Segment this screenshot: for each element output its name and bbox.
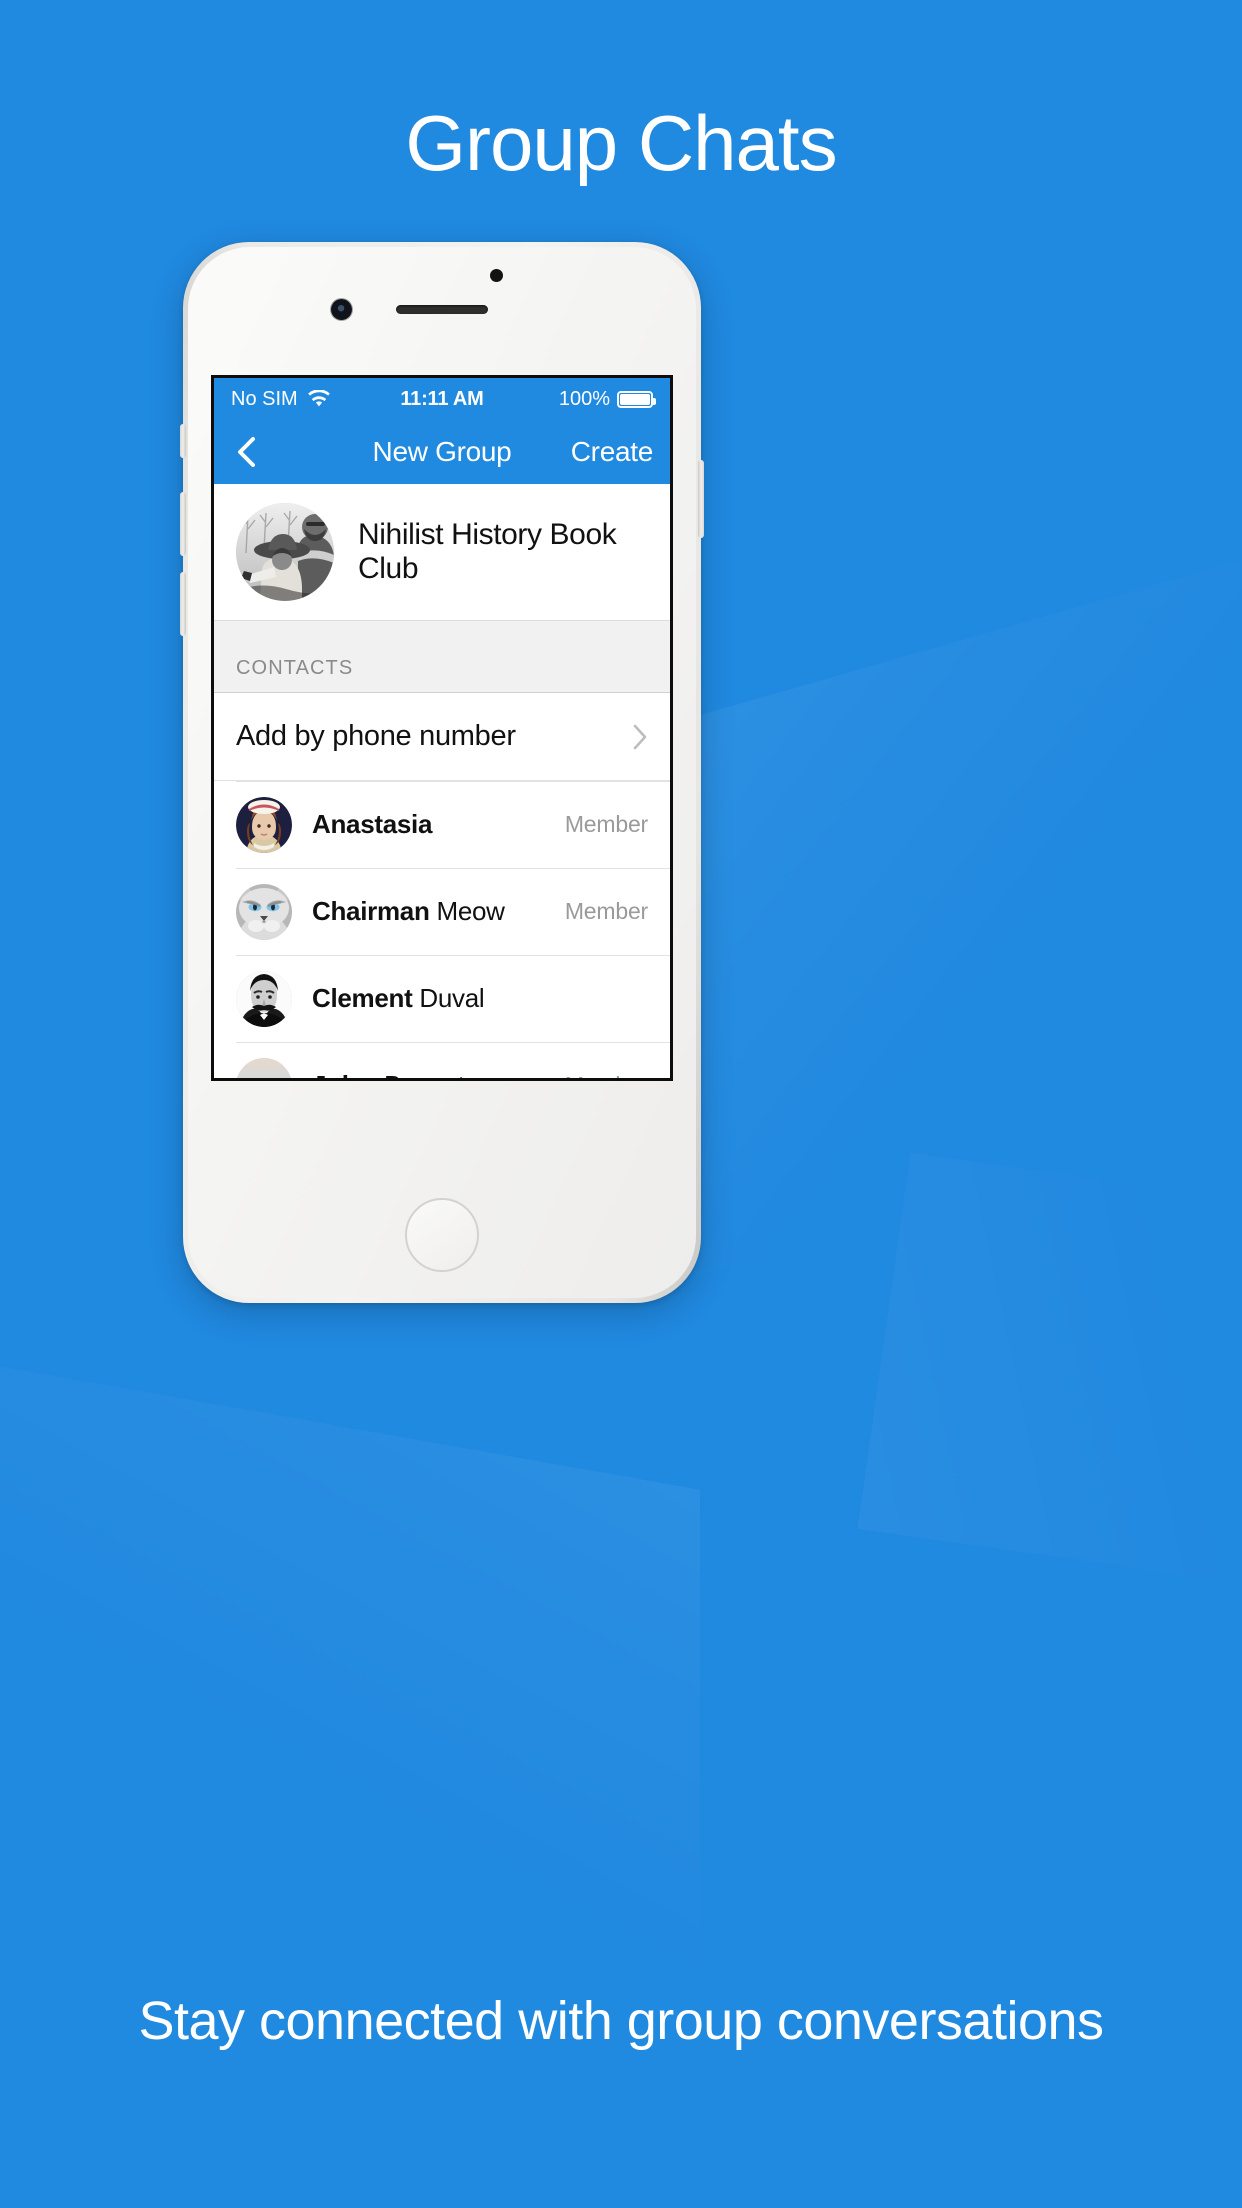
- mute-switch: [180, 424, 186, 458]
- battery-full-icon: [617, 390, 656, 408]
- contact-role-jules-bonnot: Member: [555, 1072, 648, 1078]
- battery-percent-label: 100%: [558, 387, 610, 410]
- wifi-icon: [307, 390, 331, 408]
- earpiece-speaker: [396, 305, 488, 314]
- phone-screen: No SIM 11:11 AM 100% New Group Create Ni…: [211, 375, 673, 1081]
- contact-name-clement-duval: Clement Duval: [312, 983, 485, 1014]
- contacts-section-label: CONTACTS: [236, 657, 354, 679]
- proximity-sensor-icon: [490, 269, 503, 282]
- background-facet-lower-right: [857, 1152, 1242, 1588]
- contact-last-name: Bonnot: [384, 1070, 465, 1078]
- front-camera-icon: [331, 299, 352, 320]
- contact-row-anastasia[interactable]: Anastasia Member: [214, 781, 670, 868]
- avatar-jules-bonnot: [236, 1057, 292, 1078]
- contact-name-anastasia: Anastasia: [312, 809, 432, 840]
- background-facet-right: [682, 559, 1242, 1281]
- phone-device-frame: No SIM 11:11 AM 100% New Group Create Ni…: [180, 242, 704, 1303]
- status-bar: No SIM 11:11 AM 100%: [214, 378, 670, 420]
- contact-row-clement-duval[interactable]: Clement Duval: [214, 955, 670, 1042]
- group-name-value[interactable]: Nihilist History Book Club: [358, 518, 648, 586]
- contact-role-chairman-meow: Member: [564, 898, 648, 924]
- status-bar-right: 100%: [558, 387, 656, 411]
- contacts-list: Add by phone number Anastasia Member Cha…: [214, 693, 670, 1078]
- chevron-left-icon[interactable]: [231, 437, 261, 467]
- group-header-row[interactable]: Nihilist History Book Club: [214, 484, 670, 621]
- contact-first-name: Anastasia: [312, 809, 433, 839]
- promo-headline: Group Chats: [405, 99, 837, 187]
- home-button[interactable]: [405, 1198, 479, 1272]
- background-facet-left: [0, 1366, 700, 2010]
- avatar-clement-duval: [236, 970, 292, 1027]
- avatar-chairman-meow: [236, 883, 292, 940]
- contacts-section-header: CONTACTS: [214, 621, 670, 693]
- contact-row-chairman-meow[interactable]: Chairman Meow Member: [214, 868, 670, 955]
- avatar-anastasia: [236, 796, 292, 853]
- add-by-phone-number-row[interactable]: Add by phone number: [214, 693, 670, 781]
- volume-down-button: [180, 572, 186, 636]
- navigation-bar: New Group Create: [214, 420, 670, 484]
- power-button: [698, 460, 704, 538]
- group-photo-avatar[interactable]: [236, 503, 334, 601]
- contact-first-name: Clement: [312, 983, 413, 1013]
- volume-up-button: [180, 492, 186, 556]
- phone-body: No SIM 11:11 AM 100% New Group Create Ni…: [188, 247, 696, 1298]
- contact-name-chairman-meow: Chairman Meow: [312, 896, 505, 927]
- contact-name-jules-bonnot: Jules Bonnot: [312, 1070, 465, 1078]
- contact-role-anastasia: Member: [564, 811, 648, 837]
- contact-row-jules-bonnot[interactable]: Jules Bonnot Member: [214, 1042, 670, 1078]
- promo-caption: Stay connected with group conversations: [138, 1991, 1104, 2051]
- status-bar-left: No SIM: [231, 388, 331, 411]
- contact-first-name: Jules: [312, 1070, 377, 1078]
- create-button[interactable]: Create: [571, 436, 654, 468]
- contact-last-name: Meow: [436, 896, 505, 926]
- contact-first-name: Chairman: [312, 896, 430, 926]
- chevron-right-icon: [632, 723, 648, 751]
- add-by-phone-number-label: Add by phone number: [236, 720, 516, 752]
- contact-last-name: Duval: [419, 983, 485, 1013]
- carrier-label: No SIM: [231, 387, 298, 410]
